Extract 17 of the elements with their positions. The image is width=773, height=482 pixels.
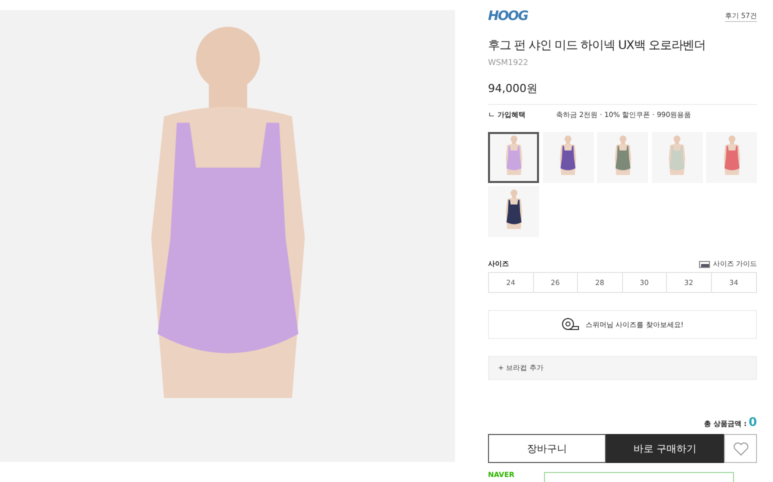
product-code: WSM1922	[488, 58, 530, 68]
heart-icon	[732, 442, 748, 456]
tape-measure-icon	[561, 318, 580, 332]
brand-logo[interactable]: HOOG	[488, 8, 528, 24]
color-thumbnail[interactable]	[597, 132, 648, 184]
total-value: 0	[748, 415, 757, 430]
cart-button[interactable]: 장바구니	[488, 434, 606, 463]
color-thumbnail[interactable]	[488, 132, 539, 184]
ruler-icon	[698, 260, 710, 268]
product-price: 94,000원	[488, 81, 757, 106]
color-thumbnail[interactable]	[542, 132, 594, 184]
product-title: 후그 펀 샤인 미드 하이넥 UX백 오로라벤더	[488, 37, 706, 54]
color-thumbnail[interactable]	[652, 132, 702, 184]
buy-now-button[interactable]: 바로 구매하기	[606, 434, 724, 463]
color-thumbnail[interactable]	[706, 132, 757, 184]
color-thumbnail[interactable]	[488, 186, 539, 238]
wishlist-button[interactable]	[724, 434, 757, 463]
